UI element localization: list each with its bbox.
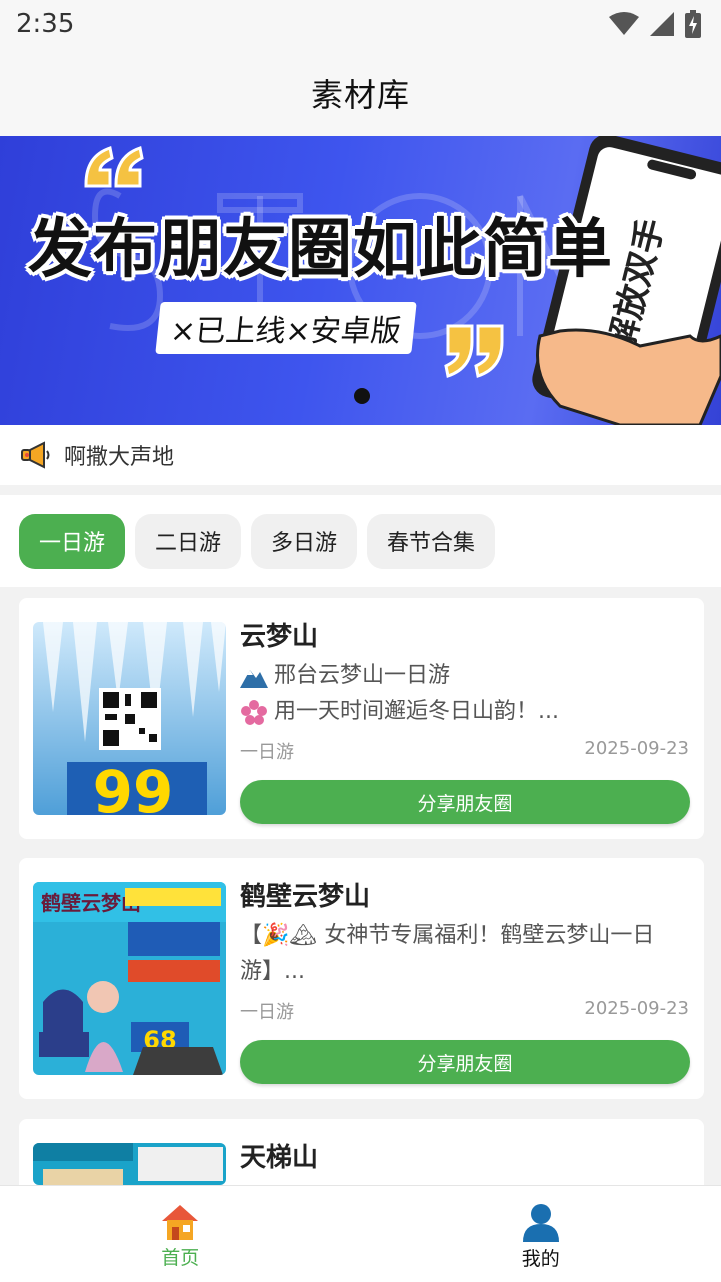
card-desc-line2: 游】... (240, 959, 305, 984)
banner-subline: ×已上线×安卓版 (155, 302, 417, 354)
status-icons (609, 10, 701, 38)
nav-mine[interactable]: 我的 (361, 1186, 721, 1282)
material-card[interactable]: 天梯山 (19, 1119, 704, 1185)
card-category: 一日游 (240, 742, 294, 763)
tab-one-day[interactable]: 一日游 (19, 513, 126, 569)
tab-spring-festival[interactable]: 春节合集 (367, 513, 496, 569)
status-time: 2:35 (16, 9, 75, 39)
megaphone-icon (21, 441, 50, 469)
card-date: 2025-09-23 (584, 738, 689, 759)
share-moments-button[interactable]: 分享朋友圈 (240, 1040, 690, 1084)
nav-home[interactable]: 首页 (0, 1186, 361, 1282)
user-icon (522, 1203, 559, 1242)
card-title: 天梯山 (240, 1143, 319, 1173)
quote-close-icon (444, 324, 504, 378)
nav-home-label: 首页 (161, 1246, 200, 1269)
card-description: 邢台云梦山一日游 用一天时间邂逅冬日山韵！... (240, 658, 690, 730)
card-desc-line2: 用一天时间邂逅冬日山韵！... (274, 699, 559, 724)
poster-price: 99 (93, 758, 174, 815)
card-thumbnail[interactable]: 99 (33, 622, 226, 815)
page-title: 素材库 (310, 76, 410, 114)
card-desc-line1: 【🎉🏔 女神节专属福利！鹤壁云梦山一日 (240, 923, 655, 948)
tab-two-day[interactable]: 二日游 (135, 513, 242, 569)
card-thumbnail[interactable]: 鹤壁云梦山 68 (33, 882, 226, 1075)
card-title: 鹤壁云梦山 (240, 882, 371, 912)
announcement-bar[interactable]: 啊撒大声地 (0, 425, 721, 485)
card-thumbnail[interactable] (33, 1143, 226, 1185)
flower-icon (241, 700, 267, 725)
tab-multi-day[interactable]: 多日游 (251, 513, 358, 569)
share-moments-button[interactable]: 分享朋友圈 (240, 780, 690, 824)
status-bar: 2:35 (0, 0, 721, 50)
card-date: 2025-09-23 (584, 998, 689, 1019)
mountain-icon (240, 670, 268, 688)
material-card[interactable]: 99 云梦山 邢台云梦山一日游 用一天时间邂逅冬日山韵！... 一日游 2025… (19, 598, 704, 839)
banner-headline: 发布朋友圈如此简单 (28, 213, 613, 287)
category-tabs: 一日游 二日游 多日游 春节合集 (0, 495, 721, 587)
announcement-text: 啊撒大声地 (64, 445, 175, 470)
card-desc-line1: 邢台云梦山一日游 (274, 663, 451, 688)
promo-banner[interactable]: 解放双手 发布朋友圈如此简单 ×已上线×安卓版 (0, 136, 721, 425)
wifi-icon (609, 12, 639, 35)
card-title: 云梦山 (240, 622, 319, 652)
cell-signal-icon (650, 12, 674, 36)
app-header: 素材库 (0, 50, 721, 136)
bottom-navigation: 首页 我的 (0, 1185, 721, 1282)
card-description: 【🎉🏔 女神节专属福利！鹤壁云梦山一日 游】... (240, 918, 690, 990)
material-card[interactable]: 鹤壁云梦山 68 鹤壁云梦山 【🎉🏔 女神节专属福利！鹤壁云梦山一日 游】...… (19, 858, 704, 1099)
nav-mine-label: 我的 (521, 1247, 560, 1270)
card-category: 一日游 (240, 1002, 294, 1023)
home-icon (162, 1204, 199, 1240)
battery-charging-icon (685, 10, 701, 38)
carousel-indicator[interactable] (354, 388, 370, 404)
quote-open-icon (84, 146, 144, 188)
